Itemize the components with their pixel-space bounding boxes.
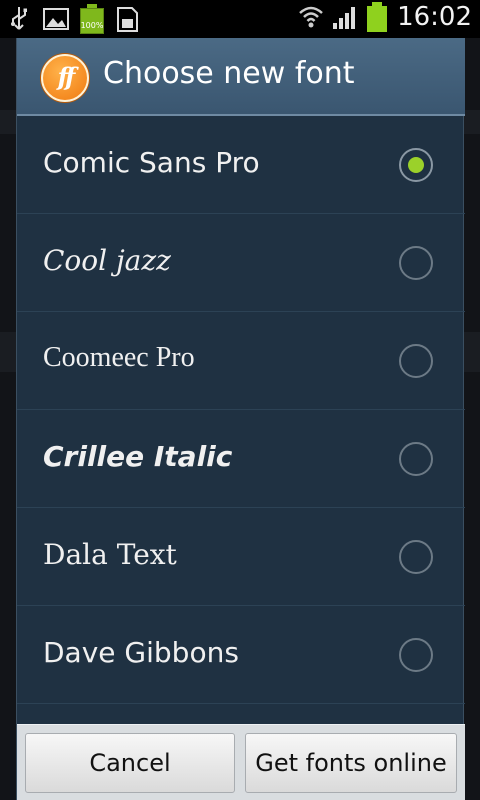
- font-option-label: Dave Gibbons: [43, 636, 239, 669]
- radio-button[interactable]: [399, 246, 433, 280]
- wifi-icon: [299, 6, 323, 28]
- dialog-header: ff Choose new font: [17, 38, 465, 116]
- font-option[interactable]: Cool jazz: [17, 214, 465, 312]
- radio-button[interactable]: [399, 540, 433, 574]
- font-option-label: Comic Sans Pro: [43, 146, 260, 179]
- signal-icon: [333, 7, 356, 29]
- usb-icon: [11, 7, 27, 30]
- font-option[interactable]: Dala Text: [17, 508, 465, 606]
- font-option[interactable]: Coomeec Pro: [17, 312, 465, 410]
- app-logo-text: ff: [57, 62, 76, 91]
- font-chooser-dialog: ff Choose new font Comic Sans Pro Cool j…: [16, 38, 465, 800]
- radio-button[interactable]: [399, 344, 433, 378]
- font-option-label: Cool jazz: [43, 244, 171, 277]
- radio-button[interactable]: [399, 638, 433, 672]
- status-bar: 100% 16:02: [0, 0, 480, 38]
- dialog-title: Choose new font: [103, 56, 355, 91]
- font-option[interactable]: Crillee Italic: [17, 410, 465, 508]
- font-option[interactable]: Comic Sans Pro: [17, 116, 465, 214]
- font-option[interactable]: Dave Gibbons: [17, 606, 465, 704]
- status-bar-left: 100%: [6, 4, 140, 34]
- app-logo-icon: ff: [41, 54, 89, 102]
- sd-card-icon: [117, 7, 138, 32]
- font-option-label: Dala Text: [43, 538, 177, 571]
- radio-dot-icon: [408, 157, 424, 173]
- radio-button[interactable]: [399, 442, 433, 476]
- cancel-button[interactable]: Cancel: [25, 733, 235, 793]
- battery-percent-label: 100%: [80, 21, 104, 30]
- radio-button-selected[interactable]: [399, 148, 433, 182]
- font-option-label: Crillee Italic: [43, 440, 233, 473]
- status-clock: 16:02: [397, 2, 472, 32]
- battery-icon: [367, 2, 388, 32]
- font-list: Comic Sans Pro Cool jazz Coomeec Pro Cri…: [17, 116, 465, 704]
- battery-full-icon: 100%: [80, 4, 104, 34]
- status-bar-right: 16:02: [297, 2, 472, 32]
- image-icon: [43, 8, 69, 30]
- get-fonts-online-button[interactable]: Get fonts online: [245, 733, 457, 793]
- font-option-label: Coomeec Pro: [43, 342, 195, 373]
- dialog-button-bar: Cancel Get fonts online: [17, 724, 465, 800]
